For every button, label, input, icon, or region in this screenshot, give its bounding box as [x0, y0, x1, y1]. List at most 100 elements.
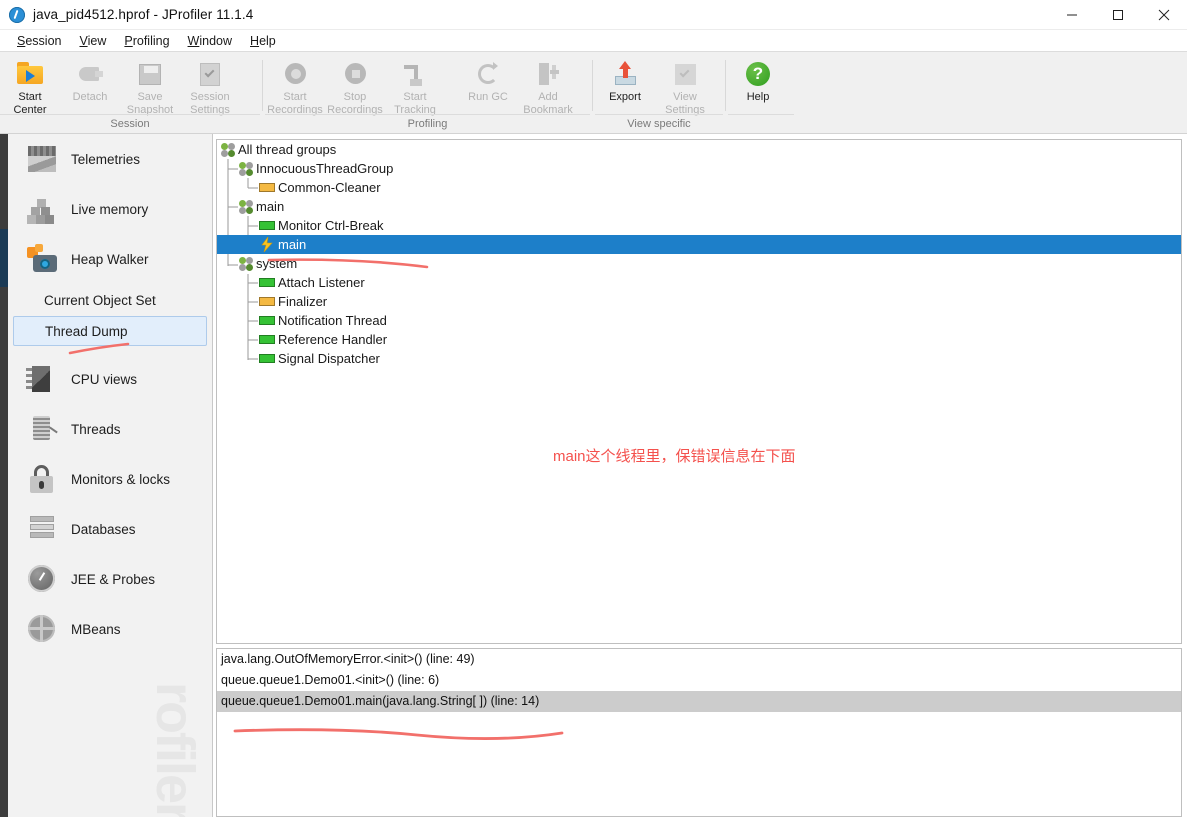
tree-row[interactable]: system [217, 254, 1181, 273]
refresh-gc-icon [473, 59, 503, 89]
help-button[interactable]: ? Help [728, 56, 788, 104]
tree-row[interactable]: Monitor Ctrl-Break [217, 216, 1181, 235]
session-settings-button[interactable]: Session Settings [180, 56, 240, 116]
menu-window[interactable]: Window [179, 32, 241, 50]
stack-trace-panel[interactable]: java.lang.OutOfMemoryError.<init>() (lin… [216, 648, 1182, 817]
stack-trace-row[interactable]: java.lang.OutOfMemoryError.<init>() (lin… [217, 649, 1181, 670]
tree-row-label: Notification Thread [278, 313, 387, 328]
main-body: Telemetries Live memory Heap Walker Curr… [0, 134, 1187, 817]
telemetries-icon [25, 143, 59, 175]
sidebar-item-live-memory[interactable]: Live memory [8, 184, 212, 234]
sidebar-item-thread-dump[interactable]: Thread Dump [13, 316, 207, 346]
thread-group-icon [239, 256, 253, 271]
sidebar-item-mbeans[interactable]: MBeans [8, 604, 212, 654]
thread-runnable-icon [259, 354, 275, 363]
start-recordings-label-1: Start [283, 91, 307, 103]
menu-window-label: indow [199, 33, 233, 48]
sidebar-item-cpu-views[interactable]: CPU views [8, 354, 212, 404]
help-label: Help [746, 91, 770, 103]
sidebar-item-label: MBeans [71, 621, 121, 637]
sidebar-item-jee-probes[interactable]: JEE & Probes [8, 554, 212, 604]
sidebar-item-current-object-set[interactable]: Current Object Set [8, 284, 212, 316]
thread-group-icon [239, 161, 253, 176]
toolbar-group-session-label: Session [0, 114, 260, 132]
tree-row-label: Attach Listener [278, 275, 365, 290]
toolbar-separator-2 [592, 60, 593, 111]
tree-row[interactable]: main [217, 197, 1181, 216]
maximize-icon[interactable] [1095, 0, 1141, 30]
monitors-locks-icon [25, 463, 59, 495]
sidebar-item-telemetries[interactable]: Telemetries [8, 134, 212, 184]
stack-trace-row-selected[interactable]: queue.queue1.Demo01.main(java.lang.Strin… [217, 691, 1181, 712]
start-center-button[interactable]: Start Center [0, 56, 60, 116]
sidebar-item-label: Telemetries [71, 151, 141, 167]
cpu-views-icon [25, 363, 59, 395]
start-recordings-button[interactable]: Start Recordings [265, 56, 325, 116]
thread-tree-panel[interactable]: All thread groups InnocuousThreadGroup C… [216, 139, 1182, 644]
tree-row[interactable]: Finalizer [217, 292, 1181, 311]
run-gc-button[interactable]: Run GC [458, 56, 518, 104]
menu-profiling[interactable]: Profiling [115, 32, 178, 50]
tree-row[interactable]: Attach Listener [217, 273, 1181, 292]
view-settings-button[interactable]: View Settings [655, 56, 715, 116]
tree-row-label: Common-Cleaner [278, 180, 381, 195]
plug-icon [75, 59, 105, 89]
detach-button[interactable]: Detach [60, 56, 120, 104]
tree-row[interactable]: Common-Cleaner [217, 178, 1181, 197]
main-content: All thread groups InnocuousThreadGroup C… [213, 134, 1187, 817]
folder-play-icon [15, 59, 45, 89]
thread-waiting-icon [259, 297, 275, 306]
thread-runnable-icon [259, 278, 275, 287]
menu-view[interactable]: View [70, 32, 115, 50]
menu-help[interactable]: Help [241, 32, 285, 50]
live-memory-icon [25, 193, 59, 225]
threads-icon [25, 413, 59, 445]
sidebar-item-monitors-locks[interactable]: Monitors & locks [8, 454, 212, 504]
minimize-icon[interactable] [1049, 0, 1095, 30]
tree-row-label: Signal Dispatcher [278, 351, 380, 366]
sidebar-item-threads[interactable]: Threads [8, 404, 212, 454]
toolbar-group-help-label [728, 114, 794, 132]
start-tracking-button[interactable]: Start Tracking [385, 56, 445, 116]
add-bookmark-button[interactable]: Add Bookmark [518, 56, 578, 116]
annotation-note-chinese: main这个线程里，保错误信息在下面 [553, 448, 796, 465]
toolbar-separator-1 [262, 60, 263, 111]
sidebar-item-label: Databases [71, 521, 136, 537]
sidebar-item-heap-walker[interactable]: Heap Walker [8, 234, 212, 284]
save-snapshot-label-1: Save [137, 91, 163, 103]
export-button[interactable]: Export [595, 56, 655, 104]
toolbar-group-view-specific-label: View specific [595, 114, 723, 132]
save-snapshot-button[interactable]: Save Snapshot [120, 56, 180, 116]
tree-row-label: main [256, 199, 285, 214]
sidebar-item-label: Threads [71, 421, 121, 437]
window-title: java_pid4512.hprof - JProfiler 11.1.4 [33, 7, 254, 22]
thread-bolt-icon [259, 237, 275, 252]
toolbar-group-session: Start Center Detach Save Snapshot Sessio… [0, 52, 260, 133]
edge-accent-marker [0, 229, 8, 287]
tree-row-selected[interactable]: main [217, 235, 1181, 254]
tree-row[interactable]: InnocuousThreadGroup [217, 159, 1181, 178]
tree-row-label: InnocuousThreadGroup [256, 161, 394, 176]
menu-session[interactable]: Session [8, 32, 70, 50]
close-icon[interactable] [1141, 0, 1187, 30]
thread-runnable-icon [259, 221, 275, 230]
sidebar-item-databases[interactable]: Databases [8, 504, 212, 554]
tree-row-label: system [256, 256, 298, 271]
sidebar: Telemetries Live memory Heap Walker Curr… [8, 134, 213, 817]
sidebar-item-label: Live memory [71, 201, 149, 217]
stop-recordings-button[interactable]: Stop Recordings [325, 56, 385, 116]
tree-row[interactable]: Notification Thread [217, 311, 1181, 330]
sidebar-item-label: Heap Walker [71, 251, 149, 267]
tree-row-label: Reference Handler [278, 332, 388, 347]
menu-profiling-label: rofiling [132, 33, 170, 48]
tree-row[interactable]: All thread groups [217, 140, 1181, 159]
tree-row[interactable]: Signal Dispatcher [217, 349, 1181, 368]
tree-row-label: Finalizer [278, 294, 328, 309]
record-stop-icon [340, 59, 370, 89]
tree-row[interactable]: Reference Handler [217, 330, 1181, 349]
toolbar-group-profiling: Start Recordings Stop Recordings Start T… [265, 52, 590, 133]
mbeans-icon [25, 613, 59, 645]
databases-icon [25, 513, 59, 545]
menu-help-label: elp [259, 33, 276, 48]
stack-trace-row[interactable]: queue.queue1.Demo01.<init>() (line: 6) [217, 670, 1181, 691]
